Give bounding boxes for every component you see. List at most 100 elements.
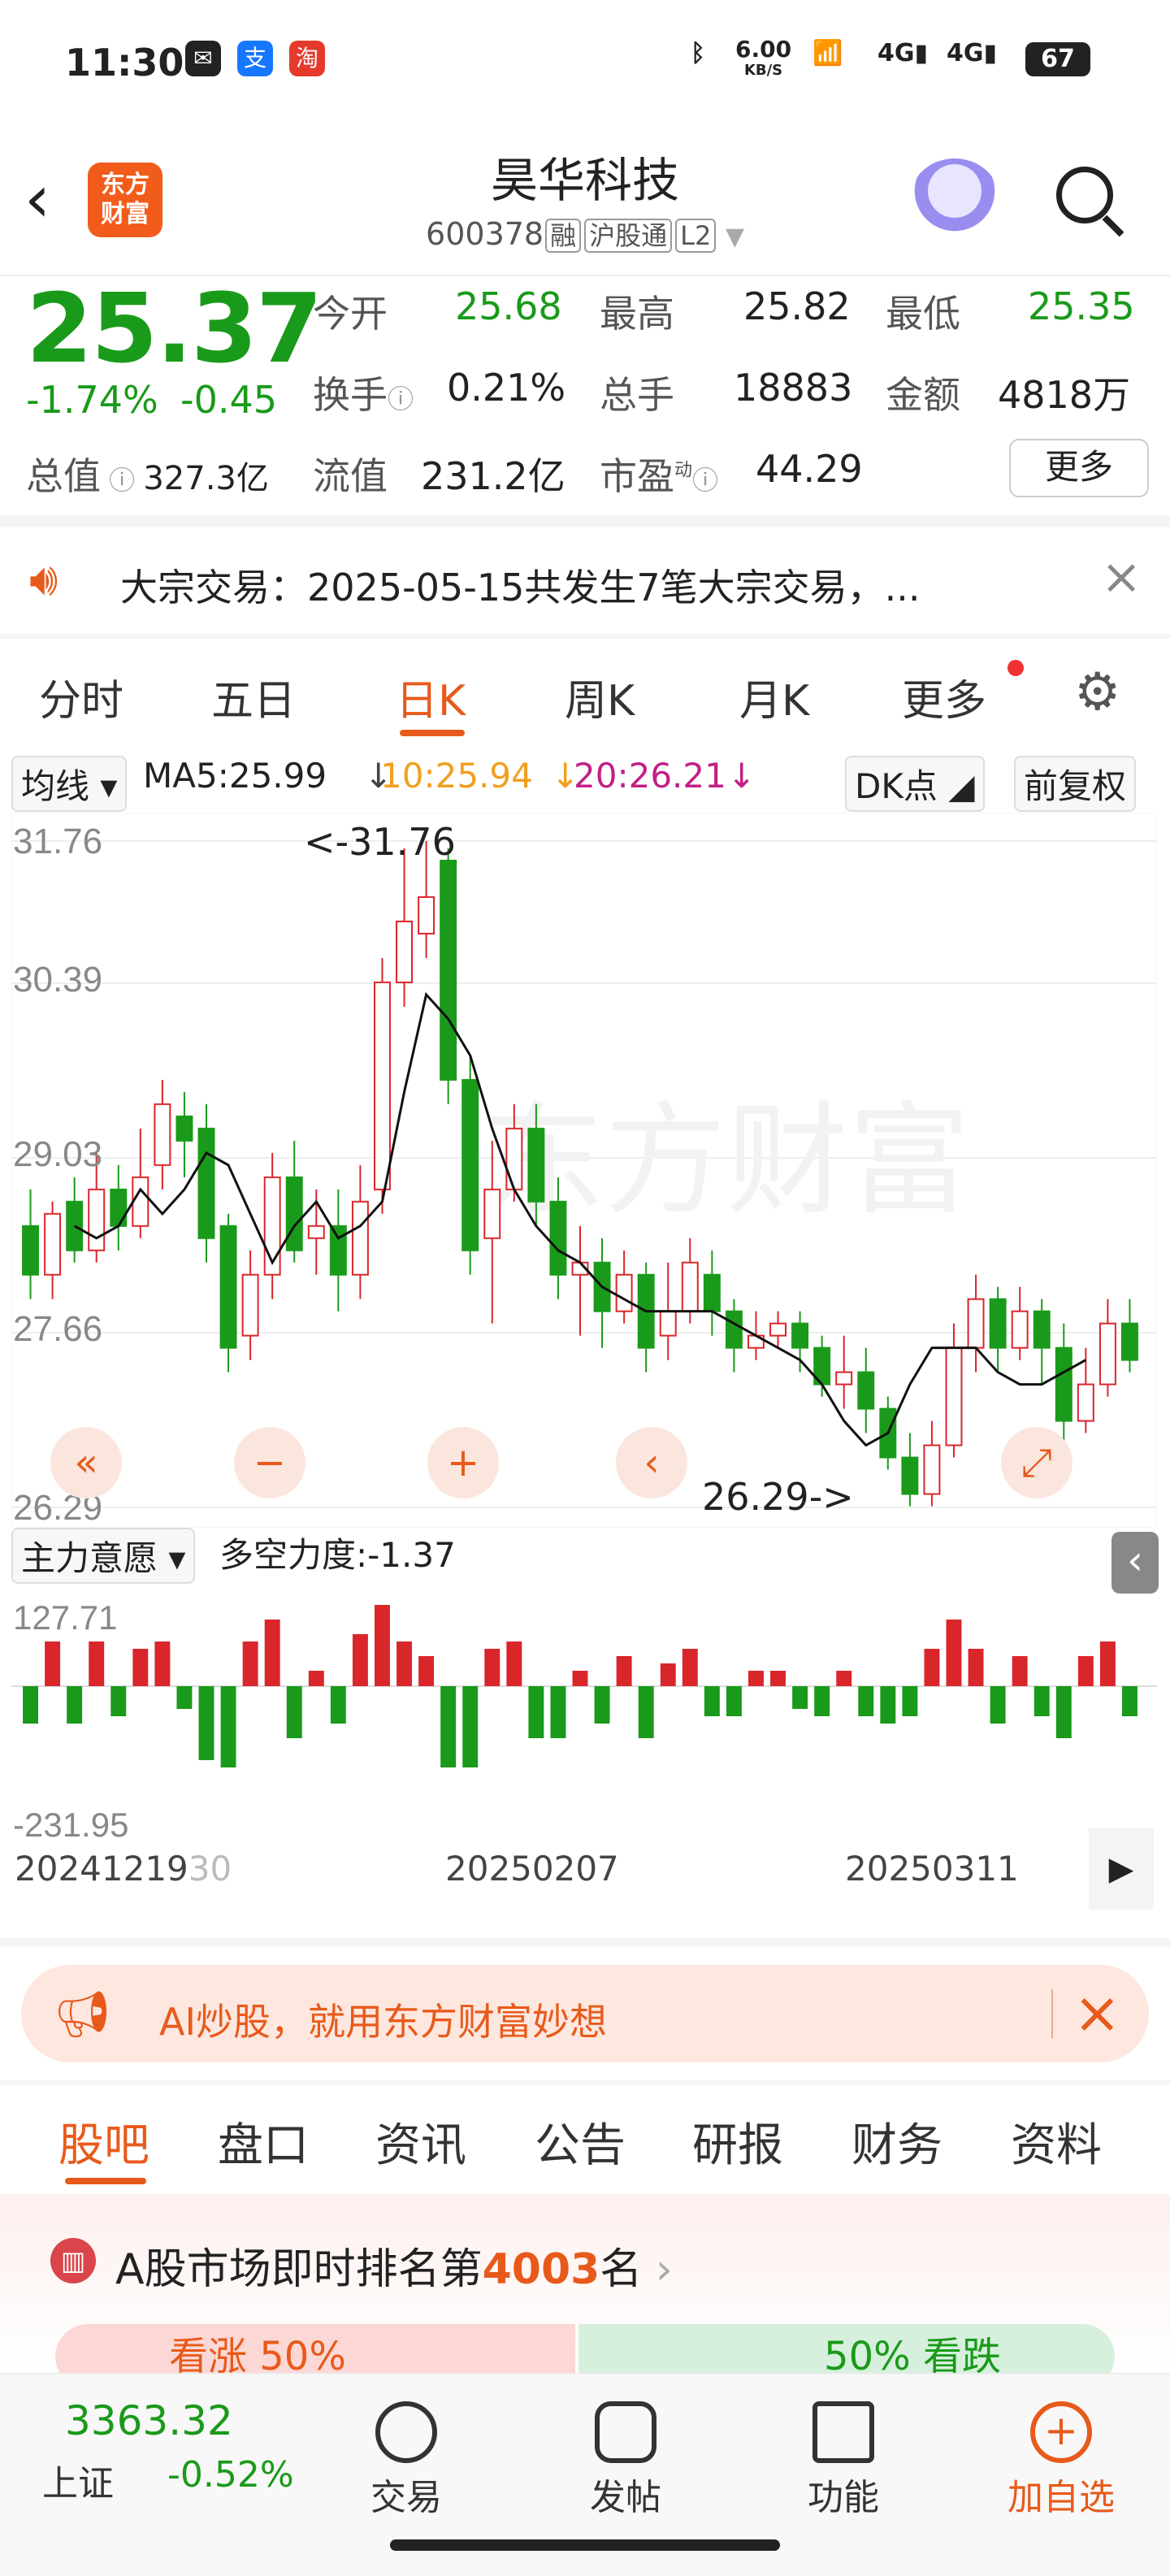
search-icon[interactable] (1056, 167, 1113, 223)
nav-trade[interactable]: 交易 (341, 2401, 471, 2520)
candle-body (1121, 1322, 1138, 1361)
indicator-bar (572, 1671, 588, 1686)
y-label-3: 29.03 (13, 1134, 102, 1174)
candle-body (197, 1127, 215, 1239)
indicator-bar (1034, 1686, 1050, 1716)
tab-announcements[interactable]: 公告 (535, 2109, 626, 2175)
tab-news[interactable]: 资讯 (375, 2109, 466, 2175)
turnover-label: 换手ⓘ (313, 373, 414, 417)
network-speed: 6.00 KB/S (735, 36, 792, 80)
kline-chart[interactable]: 东方财富 31.76 30.39 29.03 27.66 26.29 <-31.… (11, 813, 1157, 1528)
chevron-down-icon: ▼ (717, 223, 744, 251)
ai-banner-text: AI炒股，就用东方财富妙想 (159, 2000, 608, 2044)
indicator-bar (704, 1686, 720, 1716)
gear-icon[interactable]: ⚙ (1074, 662, 1120, 722)
indicator-bar (858, 1686, 874, 1716)
indicator-bottom: -231.95 (13, 1806, 128, 1844)
adjust-select[interactable]: 前复权 (1014, 756, 1137, 812)
close-banner-icon[interactable]: × (1073, 1980, 1121, 2046)
date-end: 20250311 (845, 1849, 1019, 1889)
indicator-select[interactable]: 主力意愿 ▾ (11, 1528, 196, 1584)
nav-add-watchlist[interactable]: + 加自选 (996, 2401, 1126, 2520)
dk-point-select[interactable]: DK点 ◢ (845, 756, 985, 812)
svg-text:‹: ‹ (644, 1440, 659, 1485)
indicator-bar (1077, 1656, 1094, 1686)
candle-body (329, 1225, 347, 1276)
stock-code-line[interactable]: 600378 融沪股通 L2 ▼ (0, 215, 1170, 253)
indicator-bar (308, 1671, 324, 1686)
tab-month-k[interactable]: 月K (739, 666, 809, 727)
assistant-robot-icon[interactable] (910, 158, 999, 240)
indicator-bar (990, 1686, 1006, 1724)
candle-body (703, 1273, 721, 1312)
indicator-bar (594, 1686, 610, 1724)
index-value[interactable]: 3363.32 (65, 2397, 233, 2444)
indicator-bar (528, 1686, 544, 1738)
tab-profile[interactable]: 资料 (1011, 2109, 1102, 2175)
indicator-bar (264, 1620, 280, 1686)
indicator-bar (440, 1686, 457, 1767)
ai-banner[interactable]: 📢︎ AI炒股，就用东方财富妙想 × (21, 1965, 1149, 2062)
candle-body (549, 1200, 567, 1276)
indicator-bar (375, 1605, 390, 1686)
tab-minute[interactable]: 分时 (39, 666, 124, 727)
indicator-bar (814, 1686, 830, 1716)
candle-body (1055, 1347, 1072, 1422)
max-price-label: <-31.76 (304, 820, 456, 864)
tab-finance[interactable]: 财务 (852, 2109, 942, 2175)
indicator-bar (45, 1641, 61, 1686)
indicator-bar (506, 1641, 522, 1686)
svg-text:+: + (447, 1440, 479, 1485)
banner-divider (1051, 1989, 1053, 2038)
indicator-bar (330, 1686, 346, 1724)
tab-five-day[interactable]: 五日 (211, 666, 296, 727)
collapse-panel-icon[interactable]: ‹ (1112, 1532, 1159, 1594)
indicator-bar (616, 1656, 632, 1686)
indicator-bar (352, 1634, 368, 1686)
more-quote-button[interactable]: 更多 (1009, 439, 1149, 497)
candle-body (307, 1225, 325, 1239)
edit-icon (595, 2401, 656, 2463)
nav-function[interactable]: 功能 (778, 2401, 908, 2520)
indicator-bar (1055, 1686, 1072, 1738)
index-name: 上证 (42, 2463, 114, 2504)
candle-body (22, 1225, 39, 1276)
section-divider-2 (0, 634, 1170, 639)
tab-day-k[interactable]: 日K (396, 666, 466, 727)
nav-post[interactable]: 发帖 (561, 2401, 691, 2520)
rank-panel[interactable]: ▥ A股市场即时排名第4003名 › 看涨 50% 50% 看跌 (0, 2194, 1170, 2389)
indicator-bar (660, 1663, 676, 1686)
block-trade-notice[interactable]: 🔊︎ 大宗交易：2025-05-15共发生7笔大宗交易，... × (0, 524, 1170, 634)
speaker-icon: 🔊︎ (29, 553, 58, 606)
amount-value: 4818万 (998, 373, 1131, 417)
indicator-bar (176, 1686, 193, 1709)
candle-body (418, 896, 436, 935)
candle-body (681, 1261, 699, 1312)
ma10-value: 10:25.94 (380, 756, 533, 796)
ma-select[interactable]: 均线 ▾ (11, 756, 128, 812)
candle-body (132, 1176, 150, 1227)
indicator-bar (1122, 1686, 1138, 1716)
tab-forum[interactable]: 股吧 (58, 2109, 150, 2175)
indicator-bar (550, 1686, 566, 1738)
candle-body (769, 1322, 787, 1337)
high-label: 最高 (600, 292, 674, 336)
indicator-bar (462, 1686, 479, 1767)
y-label-4: 27.66 (13, 1309, 102, 1349)
stock-code: 600378 (426, 216, 544, 252)
indicator-bar (89, 1641, 105, 1686)
ma5-value: MA5:25.99 (143, 756, 327, 796)
candle-body (725, 1310, 743, 1349)
pe-value: 44.29 (756, 447, 863, 491)
tab-week-k[interactable]: 周K (565, 666, 635, 727)
scroll-right-icon[interactable]: ▶ (1089, 1828, 1154, 1910)
candle-body (923, 1444, 941, 1495)
tab-research[interactable]: 研报 (692, 2109, 783, 2175)
indicator-bar (748, 1671, 764, 1686)
tab-orderbook[interactable]: 盘口 (218, 2109, 309, 2175)
candle-body (967, 1298, 985, 1349)
tab-more[interactable]: 更多 (902, 666, 986, 727)
bluetooth-icon: ᛒ (691, 39, 705, 67)
indicator-bar (792, 1686, 808, 1709)
close-icon[interactable]: × (1101, 549, 1142, 605)
